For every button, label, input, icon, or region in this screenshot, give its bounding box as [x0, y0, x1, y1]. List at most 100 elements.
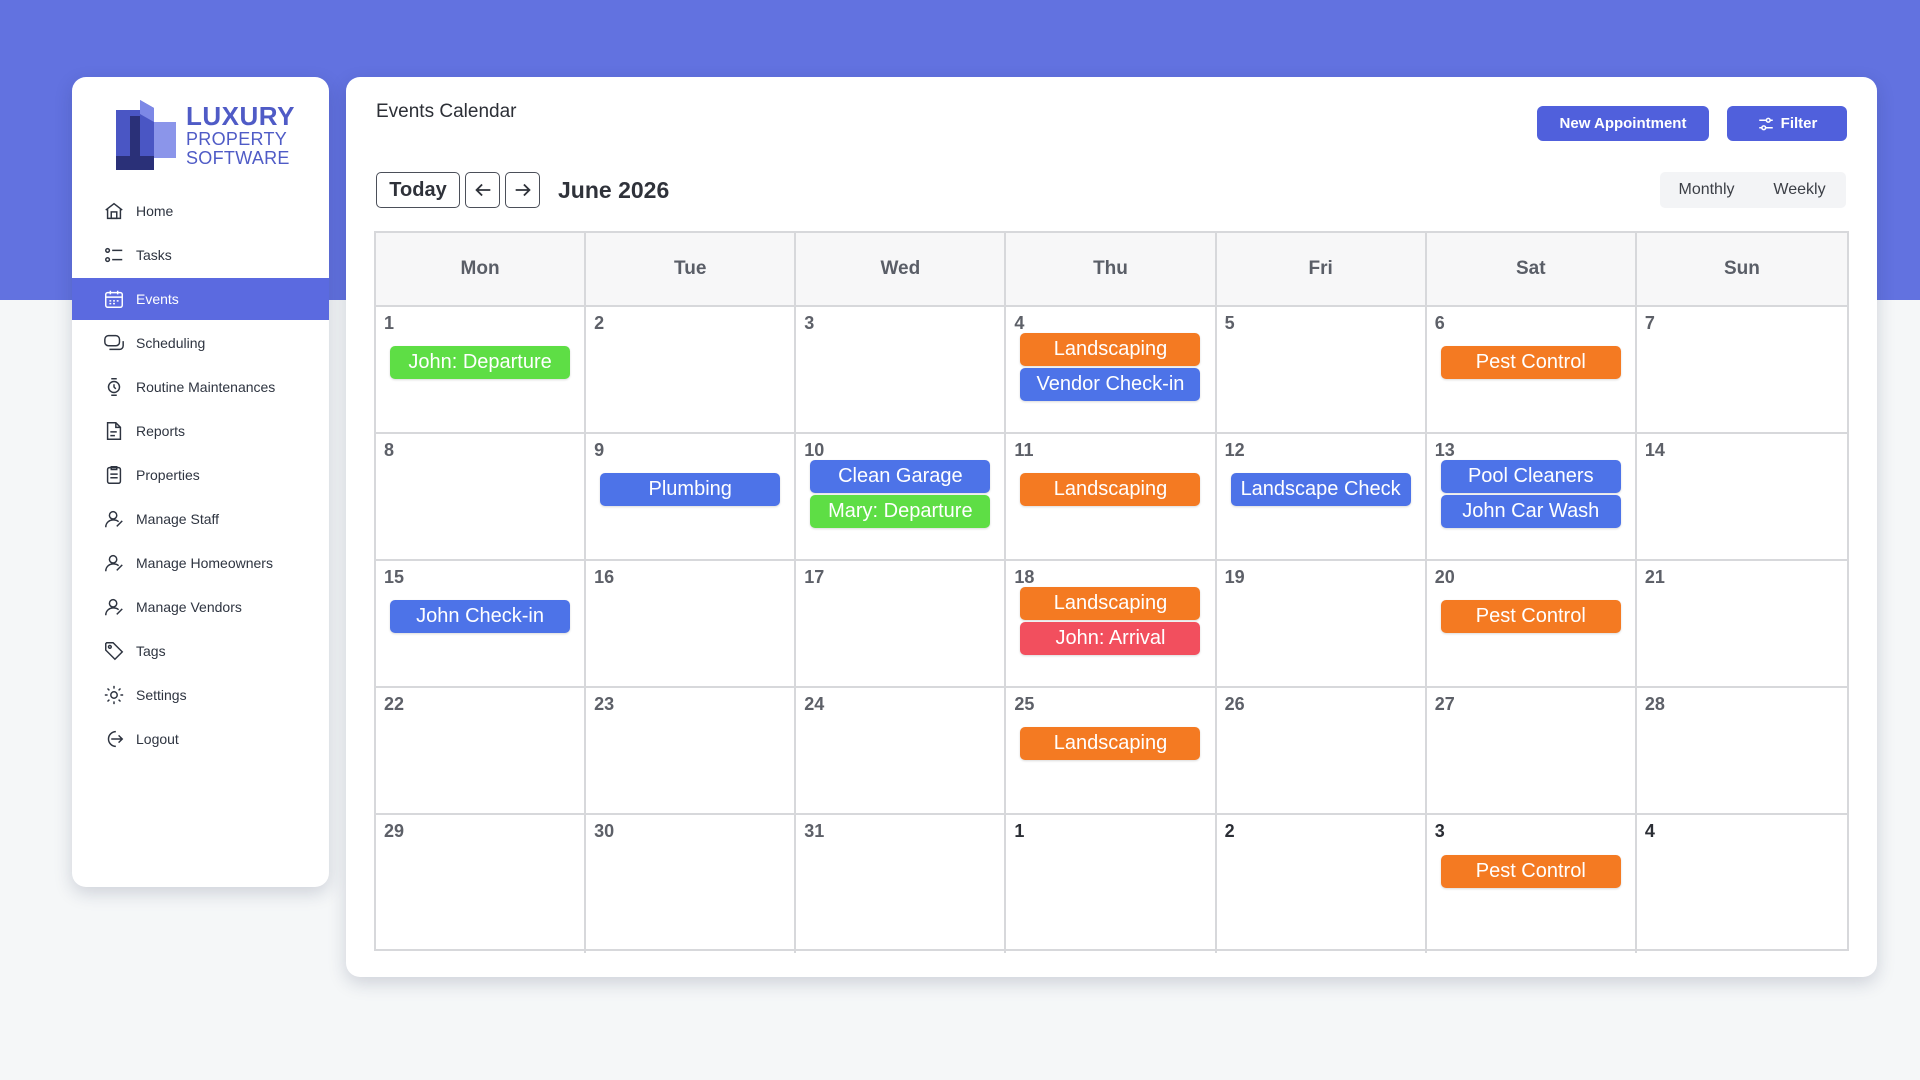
calendar-icon	[102, 287, 126, 311]
sidebar-item-tasks[interactable]: Tasks	[72, 234, 329, 276]
event-chip[interactable]: Landscaping	[1020, 333, 1201, 366]
logo-line-1: LUXURY	[186, 101, 295, 131]
calendar-day-cell[interactable]: 30	[586, 815, 797, 953]
calendar-day-cell[interactable]: 14	[1636, 434, 1847, 561]
day-number: 17	[804, 567, 825, 587]
day-number: 29	[384, 821, 405, 841]
calendar-day-cell[interactable]: 17	[796, 561, 1007, 688]
tasks-icon	[102, 243, 126, 267]
calendar-day-cell[interactable]: 3 Pest Control	[1427, 815, 1637, 953]
event-chip[interactable]: Pest Control	[1440, 346, 1621, 379]
brand-logo[interactable]: LUXURY PROPERTY SOFTWARE	[116, 95, 316, 175]
next-month-button[interactable]	[505, 172, 540, 208]
day-number: 14	[1644, 440, 1665, 460]
day-number: 16	[594, 567, 615, 587]
previous-month-button[interactable]	[465, 172, 500, 208]
calendar-day-cell[interactable]: 18 Landscaping John: Arrival	[1006, 561, 1217, 688]
sidebar-item-logout[interactable]: Logout	[72, 718, 329, 760]
event-chip[interactable]: Landscape Check	[1230, 473, 1411, 506]
event-chip[interactable]: Pest Control	[1440, 855, 1621, 888]
event-chip[interactable]: Landscaping	[1020, 473, 1201, 506]
sidebar-item-reports[interactable]: Reports	[72, 410, 329, 452]
event-chip[interactable]: Plumbing	[600, 473, 781, 506]
calendar-day-cell[interactable]: 2	[1217, 815, 1427, 953]
sidebar-item-home[interactable]: Home	[72, 190, 329, 232]
calendar-day-cell[interactable]: 4 Landscaping Vendor Check-in	[1006, 307, 1217, 434]
sidebar-item-manage-staff[interactable]: Manage Staff	[72, 498, 329, 540]
sidebar-item-manage-homeowners[interactable]: Manage Homeowners	[72, 542, 329, 584]
event-chip[interactable]: John Car Wash	[1440, 495, 1621, 528]
event-chip[interactable]: Pool Cleaners	[1440, 460, 1621, 493]
event-chip[interactable]: Clean Garage	[810, 460, 991, 493]
sidebar-item-label: Settings	[136, 687, 187, 703]
sidebar-item-routine-maintenances[interactable]: Routine Maintenances	[72, 366, 329, 408]
calendar-day-cell[interactable]: 20 Pest Control	[1426, 561, 1637, 688]
calendar-day-cell[interactable]: 8	[376, 434, 587, 561]
calendar-day-cell[interactable]: 28	[1636, 688, 1847, 815]
tag-icon	[102, 639, 126, 663]
logo-line-3: SOFTWARE	[186, 148, 290, 168]
event-chip[interactable]: John Check-in	[390, 600, 571, 633]
calendar-day-cell[interactable]: 1	[1006, 815, 1217, 953]
calendar-day-cell[interactable]: 12 Landscape Check	[1216, 434, 1427, 561]
day-number: 1	[1014, 821, 1025, 841]
day-number: 12	[1224, 440, 1245, 460]
day-number: 31	[804, 821, 825, 841]
day-number: 2	[1224, 821, 1235, 841]
event-chip[interactable]: John: Departure	[390, 346, 571, 379]
calendar-day-cell[interactable]: 22	[376, 688, 587, 815]
event-chip[interactable]: Vendor Check-in	[1020, 368, 1201, 401]
calendar-day-cell[interactable]: 15 John Check-in	[376, 561, 587, 688]
calendar-day-cell[interactable]: 16	[586, 561, 797, 688]
event-chip[interactable]: Pest Control	[1440, 600, 1621, 633]
calendar-day-cell[interactable]: 7	[1636, 307, 1847, 434]
properties-icon	[102, 463, 126, 487]
sidebar-item-settings[interactable]: Settings	[72, 674, 329, 716]
event-chip[interactable]: Landscaping	[1020, 727, 1201, 760]
user-icon	[102, 507, 126, 531]
calendar-day-cell[interactable]: 3	[796, 307, 1007, 434]
filter-button[interactable]: Filter	[1727, 106, 1847, 141]
day-of-week-header: Sun	[1636, 233, 1847, 307]
calendar-day-cell[interactable]: 23	[586, 688, 797, 815]
calendar-day-cell[interactable]: 10 Clean Garage Mary: Departure	[796, 434, 1007, 561]
day-of-week-header: Thu	[1006, 233, 1217, 307]
calendar-day-cell[interactable]: 5	[1216, 307, 1427, 434]
calendar-day-cell[interactable]: 29	[376, 815, 587, 953]
calendar-day-cell[interactable]: 24	[796, 688, 1007, 815]
calendar-day-cell[interactable]: 2	[586, 307, 797, 434]
filter-button-label: Filter	[1780, 115, 1818, 132]
logout-icon	[102, 727, 126, 751]
logo-line-2: PROPERTY	[186, 129, 288, 149]
logo-text: LUXURY PROPERTY SOFTWARE	[186, 103, 295, 167]
today-button[interactable]: Today	[376, 172, 460, 208]
sidebar-item-label: Routine Maintenances	[136, 379, 276, 395]
calendar-day-cell[interactable]: 25 Landscaping	[1006, 688, 1217, 815]
calendar-day-cell[interactable]: 6 Pest Control	[1426, 307, 1637, 434]
calendar-day-cell[interactable]: 27	[1426, 688, 1637, 815]
sidebar-item-manage-vendors[interactable]: Manage Vendors	[72, 586, 329, 628]
sidebar-item-scheduling[interactable]: Scheduling	[72, 322, 329, 364]
calendar-day-cell[interactable]: 1 John: Departure	[376, 307, 587, 434]
calendar-day-cell[interactable]: 26	[1216, 688, 1427, 815]
monthly-view-tab[interactable]: Monthly	[1660, 181, 1753, 199]
sidebar-item-events[interactable]: Events	[72, 278, 329, 320]
day-number: 7	[1644, 313, 1655, 333]
weekly-view-tab[interactable]: Weekly	[1753, 181, 1846, 199]
day-number: 20	[1434, 567, 1455, 587]
event-chip[interactable]: Landscaping	[1020, 587, 1201, 620]
calendar-day-cell[interactable]: 11 Landscaping	[1006, 434, 1217, 561]
calendar-day-cell[interactable]: 31	[796, 815, 1007, 953]
event-chip[interactable]: Mary: Departure	[810, 495, 991, 528]
sidebar-item-tags[interactable]: Tags	[72, 630, 329, 672]
calendar-day-cell[interactable]: 19	[1216, 561, 1427, 688]
calendar-day-cell[interactable]: 9 Plumbing	[586, 434, 797, 561]
new-appointment-button[interactable]: New Appointment	[1537, 106, 1709, 141]
reports-icon	[102, 419, 126, 443]
calendar-day-cell[interactable]: 4	[1637, 815, 1847, 953]
calendar-day-cell[interactable]: 13 Pool Cleaners John Car Wash	[1426, 434, 1637, 561]
calendar-day-cell[interactable]: 21	[1636, 561, 1847, 688]
sidebar-item-properties[interactable]: Properties	[72, 454, 329, 496]
event-chip[interactable]: John: Arrival	[1020, 622, 1201, 655]
day-number: 13	[1434, 440, 1455, 460]
